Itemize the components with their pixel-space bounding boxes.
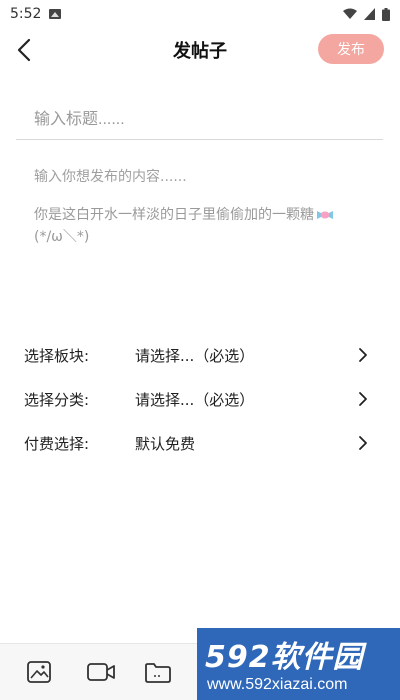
option-row-payment[interactable]: 付费选择: 默认免费 (0, 421, 400, 465)
title-input[interactable] (16, 100, 383, 140)
watermark-logo: 592软件园 www.592xiazai.com (197, 628, 400, 700)
back-arrow-icon (17, 38, 31, 62)
option-label: 选择板块: (24, 346, 90, 365)
insert-image-button[interactable] (24, 658, 54, 686)
option-label: 付费选择: (24, 434, 90, 453)
folder-icon (145, 663, 171, 683)
chevron-right-icon (359, 436, 367, 450)
option-row-board[interactable]: 选择板块: 请选择...（必选） (0, 333, 400, 377)
insert-video-button[interactable] (86, 658, 116, 686)
option-label: 选择分类: (24, 390, 90, 409)
chevron-right-icon (359, 392, 367, 406)
status-time: 5:52 (10, 6, 42, 22)
insert-file-button[interactable] (143, 658, 173, 686)
candy-icon (317, 211, 333, 219)
app-header: 发帖子 发布 (0, 28, 400, 72)
chevron-right-icon (359, 348, 367, 362)
image-notification-icon (49, 9, 62, 19)
content-hint: 你是这白开水一样淡的日子里偷偷加的一颗糖 (*/ω＼*) (34, 204, 364, 248)
option-value: 请选择...（必选） (135, 346, 255, 365)
image-icon (27, 661, 51, 683)
option-row-category[interactable]: 选择分类: 请选择...（必选） (0, 377, 400, 421)
publish-button[interactable]: 发布 (318, 34, 384, 64)
battery-icon (382, 7, 390, 21)
watermark-logo-text: 592软件园 (205, 640, 364, 675)
content-textarea[interactable]: 输入你想发布的内容...... 你是这白开水一样淡的日子里偷偷加的一颗糖 (*/… (16, 160, 383, 320)
signal-icon (364, 8, 375, 20)
back-button[interactable] (10, 34, 38, 66)
options-list: 选择板块: 请选择...（必选） 选择分类: 请选择...（必选） 付费选择: … (0, 333, 400, 465)
wifi-icon (343, 8, 357, 19)
hint-line-2: (*/ω＼*) (34, 229, 90, 245)
video-icon (87, 663, 115, 681)
hint-line-1: 你是这白开水一样淡的日子里偷偷加的一颗糖 (34, 207, 314, 223)
watermark-url: www.592xiazai.com (207, 676, 348, 693)
status-bar: 5:52 (0, 0, 400, 28)
content-placeholder: 输入你想发布的内容...... (34, 169, 187, 185)
option-value: 默认免费 (135, 434, 196, 453)
option-value: 请选择...（必选） (135, 390, 255, 409)
